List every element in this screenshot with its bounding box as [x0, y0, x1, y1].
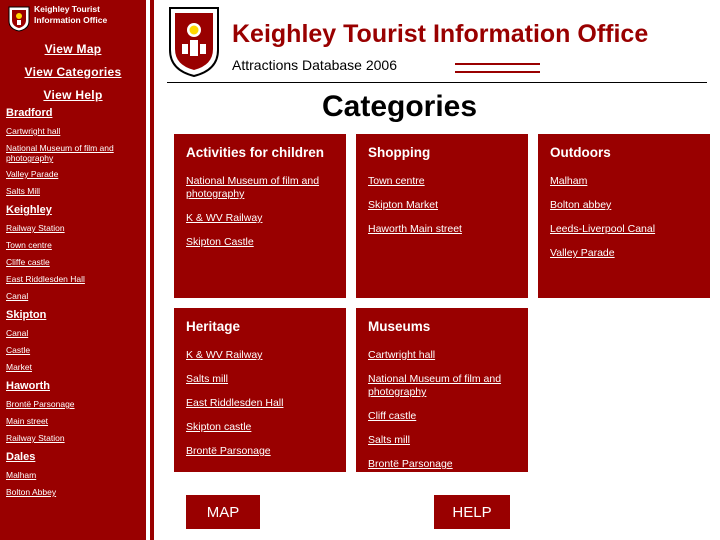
- category-card-outdoors: Outdoors Malham Bolton abbey Leeds-Liver…: [538, 134, 710, 298]
- header-accent-rule: [455, 63, 540, 73]
- card-link-national-museum-museums[interactable]: National Museum of film and photography: [368, 373, 516, 399]
- sidebar-link-cliffe-castle[interactable]: Cliffe castle: [6, 257, 146, 268]
- sidebar-link-railway-station-haworth[interactable]: Railway Station: [6, 433, 146, 444]
- sidebar-group-heading-dales[interactable]: Dales: [6, 450, 146, 464]
- card-link-skipton-castle-heritage[interactable]: Skipton castle: [186, 421, 334, 434]
- card-link-national-museum[interactable]: National Museum of film and photography: [186, 175, 334, 201]
- sidebar-category-list: Bradford Cartwright hall National Museum…: [6, 104, 146, 504]
- sidebar-link-town-centre[interactable]: Town centre: [6, 240, 146, 251]
- card-title: Activities for children: [186, 145, 325, 160]
- sidebar-link-national-museum[interactable]: National Museum of film and photography: [6, 143, 146, 163]
- sidebar-nav: View Map View Categories View Help: [0, 33, 146, 102]
- category-card-activities: Activities for children National Museum …: [174, 134, 346, 298]
- sidebar-link-canal-skipton[interactable]: Canal: [6, 328, 146, 339]
- card-title: Outdoors: [550, 145, 611, 160]
- card-link-skipton-castle[interactable]: Skipton Castle: [186, 236, 334, 249]
- page-subtitle: Attractions Database 2006: [232, 57, 397, 73]
- sidebar-link-canal-keighley[interactable]: Canal: [6, 291, 146, 302]
- sidebar-group-heading-keighley[interactable]: Keighley: [6, 203, 146, 217]
- map-button[interactable]: MAP: [186, 495, 260, 529]
- sidebar-item-view-categories[interactable]: View Categories: [0, 65, 146, 79]
- sidebar-link-cartwright-hall[interactable]: Cartwright hall: [6, 126, 146, 137]
- sidebar-link-bronte-parsonage[interactable]: Brontë Parsonage: [6, 399, 146, 410]
- help-button[interactable]: HELP: [434, 495, 510, 529]
- card-link-east-riddlesden-hall[interactable]: East Riddlesden Hall: [186, 397, 334, 410]
- category-card-heritage: Heritage K & WV Railway Salts mill East …: [174, 308, 346, 472]
- card-link-bronte-parsonage-heritage[interactable]: Brontë Parsonage: [186, 445, 334, 458]
- sidebar-link-railway-station[interactable]: Railway Station: [6, 223, 146, 234]
- card-link-malham[interactable]: Malham: [550, 175, 698, 188]
- card-link-cartwright-hall[interactable]: Cartwright hall: [368, 349, 516, 362]
- header-divider: [167, 82, 707, 83]
- category-card-museums: Museums Cartwright hall National Museum …: [356, 308, 528, 472]
- sidebar-link-market[interactable]: Market: [6, 362, 146, 373]
- card-title: Heritage: [186, 319, 241, 334]
- sidebar-group-heading-bradford[interactable]: Bradford: [6, 106, 146, 120]
- card-title: Shopping: [368, 145, 431, 160]
- sidebar-link-malham[interactable]: Malham: [6, 470, 146, 481]
- sidebar-link-bolton-abbey[interactable]: Bolton Abbey: [6, 487, 146, 498]
- sidebar-divider-white-inner: [154, 0, 159, 540]
- sidebar: Keighley Tourist Information Office View…: [0, 0, 146, 540]
- card-link-valley-parade[interactable]: Valley Parade: [550, 247, 698, 260]
- sidebar-link-castle[interactable]: Castle: [6, 345, 146, 356]
- card-title: Museums: [368, 319, 431, 334]
- sidebar-org-title: Keighley Tourist Information Office: [34, 4, 108, 25]
- card-link-bronte-parsonage-museums[interactable]: Brontë Parsonage: [368, 458, 516, 471]
- sidebar-link-east-riddlesden-hall[interactable]: East Riddlesden Hall: [6, 274, 146, 285]
- sidebar-link-valley-parade[interactable]: Valley Parade: [6, 169, 146, 180]
- card-link-kwv-railway[interactable]: K & WV Railway: [186, 212, 334, 225]
- card-link-salts-mill-museums[interactable]: Salts mill: [368, 434, 516, 447]
- card-link-haworth-main-street[interactable]: Haworth Main street: [368, 223, 516, 236]
- card-link-leeds-liverpool-canal[interactable]: Leeds-Liverpool Canal: [550, 223, 698, 236]
- card-link-skipton-market[interactable]: Skipton Market: [368, 199, 516, 212]
- sidebar-group-heading-skipton[interactable]: Skipton: [6, 308, 146, 322]
- sidebar-link-salts-mill[interactable]: Salts Mill: [6, 186, 146, 197]
- sidebar-item-view-map[interactable]: View Map: [0, 42, 146, 56]
- crest-icon: [8, 6, 30, 32]
- card-link-town-centre[interactable]: Town centre: [368, 175, 516, 188]
- card-link-bolton-abbey[interactable]: Bolton abbey: [550, 199, 698, 212]
- section-heading-categories: Categories: [322, 90, 478, 123]
- card-link-kwv-railway-heritage[interactable]: K & WV Railway: [186, 349, 334, 362]
- page-title: Keighley Tourist Information Office: [232, 20, 649, 48]
- card-link-salts-mill-heritage[interactable]: Salts mill: [186, 373, 334, 386]
- sidebar-link-main-street[interactable]: Main street: [6, 416, 146, 427]
- card-link-cliff-castle[interactable]: Cliff castle: [368, 410, 516, 423]
- sidebar-group-heading-haworth[interactable]: Haworth: [6, 379, 146, 393]
- sidebar-item-view-help[interactable]: View Help: [0, 88, 146, 102]
- header-crest-icon: [168, 6, 220, 78]
- category-card-shopping: Shopping Town centre Skipton Market Hawo…: [356, 134, 528, 298]
